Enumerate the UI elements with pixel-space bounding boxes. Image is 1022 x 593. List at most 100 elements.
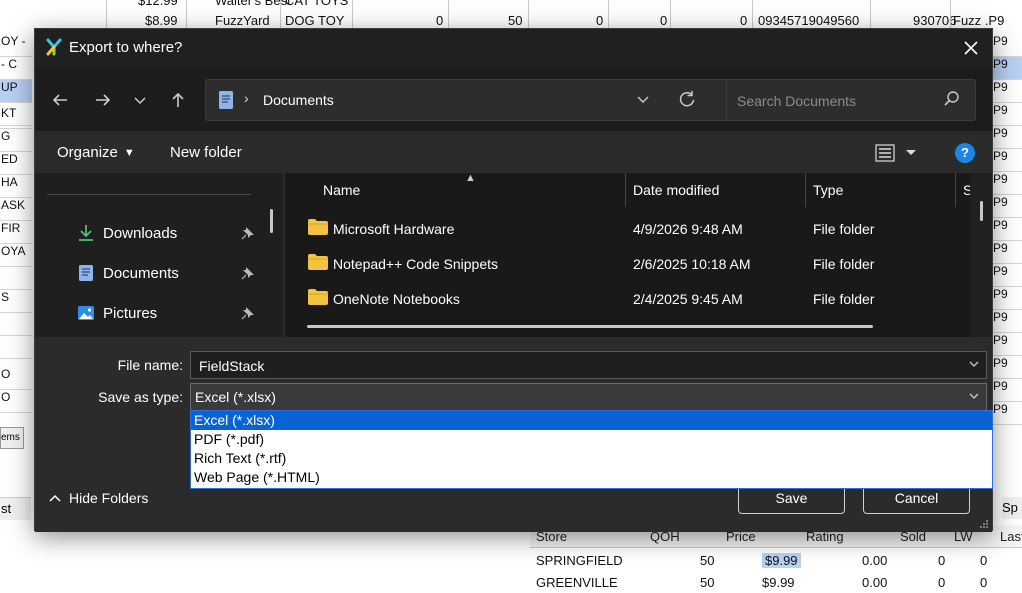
right-cell[interactable]: P9 xyxy=(990,241,1022,264)
forward-arrow-icon[interactable] xyxy=(92,89,114,111)
left-cell[interactable]: ASK xyxy=(0,198,32,221)
right-cell[interactable]: P9 xyxy=(990,218,1022,241)
file-date: 4/9/2026 9:48 AM xyxy=(633,221,743,237)
right-cell[interactable]: P9 xyxy=(990,264,1022,287)
col-header-name[interactable]: Name xyxy=(323,182,360,198)
help-icon[interactable]: ? xyxy=(955,143,975,163)
resize-grip-icon[interactable] xyxy=(979,519,989,529)
view-options-icon[interactable] xyxy=(875,142,921,164)
right-cell[interactable]: P9 xyxy=(990,379,1022,402)
left-cell[interactable]: S xyxy=(0,290,32,313)
recent-locations-chevron-icon[interactable] xyxy=(131,89,149,111)
up-arrow-icon[interactable] xyxy=(167,89,189,111)
cell-upc: 09345719049560 xyxy=(758,13,860,28)
close-icon[interactable] xyxy=(958,35,984,61)
bottom-left-tab[interactable]: st xyxy=(0,497,31,520)
folder-icon xyxy=(308,254,328,270)
cell-qoh: 50 xyxy=(700,553,715,568)
nav-item-pictures[interactable]: Pictures xyxy=(75,301,265,327)
pin-icon[interactable] xyxy=(241,266,255,280)
search-icon[interactable] xyxy=(943,90,961,108)
pin-icon[interactable] xyxy=(241,226,255,240)
left-cell[interactable] xyxy=(0,267,32,290)
items-button[interactable]: ems xyxy=(0,427,24,449)
horizontal-scrollbar[interactable] xyxy=(307,325,873,328)
left-cell[interactable]: O xyxy=(0,367,32,390)
right-cell[interactable]: P9 xyxy=(990,333,1022,356)
left-cell[interactable]: OYA xyxy=(0,244,32,267)
right-cell-selected[interactable]: P9 xyxy=(990,57,1022,80)
pin-icon[interactable] xyxy=(241,306,255,320)
table-row[interactable]: $8.99 FuzzYard DOG TOY 0 50 0 0 0 093457… xyxy=(0,10,1022,30)
nav-pane-scrollbar[interactable] xyxy=(270,209,273,233)
left-cell[interactable] xyxy=(0,313,32,336)
nav-item-label: Documents xyxy=(103,265,179,282)
col-header-last[interactable]: Last xyxy=(1000,529,1022,544)
right-cell[interactable]: P9 xyxy=(990,310,1022,333)
refresh-icon[interactable] xyxy=(676,88,698,110)
address-dropdown-chevron-icon[interactable] xyxy=(636,92,650,106)
column-divider[interactable] xyxy=(805,173,806,207)
nav-item-downloads[interactable]: Downloads xyxy=(75,221,265,247)
right-cell[interactable]: P9 xyxy=(990,356,1022,379)
back-arrow-icon[interactable] xyxy=(49,89,71,111)
right-cell[interactable]: P9 xyxy=(990,195,1022,218)
save-type-option[interactable]: PDF (*.pdf) xyxy=(191,430,992,449)
table-row[interactable]: SPRINGFIELD 50 $9.99 0.00 0 0 xyxy=(530,549,1022,571)
hide-folders-button[interactable]: Hide Folders xyxy=(49,490,148,506)
right-cell[interactable]: P9 xyxy=(990,34,1022,57)
left-cell[interactable]: O xyxy=(0,390,32,413)
file-name-input[interactable] xyxy=(191,352,961,380)
address-bar[interactable]: › Documents xyxy=(205,79,741,121)
save-type-option[interactable]: Rich Text (*.rtf) xyxy=(191,449,992,468)
pictures-icon xyxy=(78,306,94,320)
right-cell[interactable]: P9 xyxy=(990,103,1022,126)
right-cell[interactable]: P9 xyxy=(990,402,1022,425)
cell-category: CAT TOYS xyxy=(285,0,349,8)
search-input[interactable] xyxy=(727,80,939,122)
left-cell[interactable]: HA xyxy=(0,175,32,198)
file-row[interactable]: Microsoft Hardware 4/9/2026 9:48 AM File… xyxy=(285,211,970,246)
file-date: 2/6/2025 10:18 AM xyxy=(633,256,751,272)
cell-price: $12.99 xyxy=(138,0,178,8)
save-type-options-list: Excel (*.xlsx) PDF (*.pdf) Rich Text (*.… xyxy=(190,410,993,489)
file-row[interactable]: OneNote Notebooks 2/4/2025 9:45 AM File … xyxy=(285,281,970,316)
col-header-type[interactable]: Type xyxy=(813,182,843,198)
new-folder-button[interactable]: New folder xyxy=(170,144,242,161)
left-cell[interactable]: FIR xyxy=(0,221,32,244)
organize-menu-button[interactable]: Organize ▼ xyxy=(57,144,135,161)
table-row[interactable]: GREENVILLE 50 $9.99 0.00 0 0 xyxy=(530,571,1022,593)
dialog-titlebar[interactable]: Export to where? xyxy=(35,29,992,67)
column-divider[interactable] xyxy=(625,173,626,207)
save-type-select[interactable]: Excel (*.xlsx) xyxy=(190,383,987,411)
search-box[interactable] xyxy=(726,79,976,122)
vertical-scrollbar-thumb[interactable] xyxy=(980,201,983,221)
left-cell[interactable]: - C xyxy=(0,57,32,80)
col-header-date-modified[interactable]: Date modified xyxy=(633,182,719,198)
file-name-field[interactable] xyxy=(190,351,987,380)
left-cell[interactable]: OY - xyxy=(0,34,32,57)
cell-price: $9.99 xyxy=(762,553,801,568)
file-row[interactable]: Notepad++ Code Snippets 2/6/2025 10:18 A… xyxy=(285,246,970,281)
breadcrumb-documents[interactable]: Documents xyxy=(263,92,334,108)
column-divider[interactable] xyxy=(955,173,956,207)
right-cell[interactable]: P9 xyxy=(990,149,1022,172)
save-type-option-selected[interactable]: Excel (*.xlsx) xyxy=(191,411,992,430)
right-cell[interactable]: P9 xyxy=(990,172,1022,195)
right-cell[interactable]: P9 xyxy=(990,126,1022,149)
right-cell[interactable]: P9 xyxy=(990,287,1022,310)
save-type-option[interactable]: Web Page (*.HTML) xyxy=(191,468,992,487)
file-list-header: ▲ Name Date modified Type S xyxy=(285,172,972,207)
left-cell[interactable]: G xyxy=(0,129,32,152)
left-cell[interactable] xyxy=(0,336,32,359)
right-cell[interactable]: P9 xyxy=(990,80,1022,103)
left-cell-selected[interactable]: UP xyxy=(0,80,32,103)
bottom-right-tab[interactable]: Sp xyxy=(1002,497,1022,519)
save-type-dropdown-chevron-icon[interactable] xyxy=(968,390,980,402)
breadcrumb-separator[interactable]: › xyxy=(244,90,249,106)
organize-caret-icon: ▼ xyxy=(123,147,135,160)
left-cell[interactable]: KT xyxy=(0,106,32,129)
left-cell[interactable]: ED xyxy=(0,152,32,175)
nav-item-documents[interactable]: Documents xyxy=(75,261,265,287)
file-name-dropdown-chevron-icon[interactable] xyxy=(968,358,980,370)
